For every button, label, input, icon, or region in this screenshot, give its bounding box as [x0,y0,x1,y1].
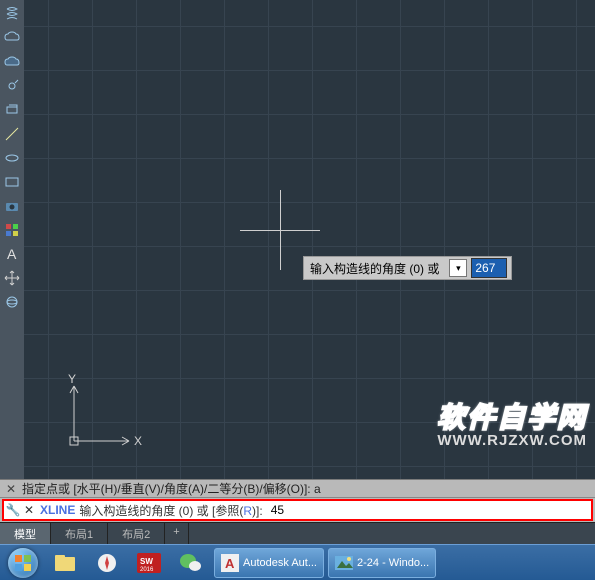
tab-layout1[interactable]: 布局1 [51,523,108,544]
grid [24,0,595,479]
tool-revision[interactable] [1,75,23,97]
tooltip-dropdown-icon[interactable]: ▾ [449,259,467,277]
tool-layer[interactable] [1,99,23,121]
command-value: 45 [263,503,284,517]
tool-rectangle[interactable] [1,171,23,193]
taskbar-wechat-icon[interactable] [171,548,211,578]
taskbar-item-window[interactable]: 2-24 - Windo... [328,548,436,578]
tooltip-text: 输入构造线的角度 (0) 或 [304,260,445,277]
taskbar-item-autocad[interactable]: A Autodesk Aut... [214,548,324,578]
tool-line[interactable] [1,123,23,145]
tool-move[interactable] [1,267,23,289]
left-toolbar: A [0,0,24,479]
taskbar-item-label: 2-24 - Windo... [357,557,429,569]
command-input-line[interactable]: 🔧 ✕ XLINE 输入构造线的角度 (0) 或 [参照(R)]: 45 [2,499,593,521]
taskbar-explorer-icon[interactable] [45,548,85,578]
start-button[interactable] [2,547,44,579]
windows-taskbar: SW2016 A Autodesk Aut... 2-24 - Windo... [0,544,595,580]
tool-cloud[interactable] [1,27,23,49]
tooltip-angle-input[interactable] [471,258,507,278]
tool-camera[interactable] [1,195,23,217]
taskbar-sw-icon[interactable]: SW2016 [129,548,169,578]
dynamic-input-tooltip: 输入构造线的角度 (0) 或 ▾ [303,256,512,280]
svg-text:A: A [7,246,17,262]
command-window: ✕ 指定点或 [水平(H)/垂直(V)/角度(A)/二等分(B)/偏移(O)]:… [0,479,595,544]
svg-text:SW: SW [140,557,153,566]
command-xline-icon: ✕ [22,503,36,517]
command-history-line: ✕ 指定点或 [水平(H)/垂直(V)/角度(A)/二等分(B)/偏移(O)]:… [0,480,595,498]
tab-add[interactable]: + [165,523,188,544]
picture-icon [335,554,353,572]
command-history-text: 指定点或 [水平(H)/垂直(V)/角度(A)/二等分(B)/偏移(O)]: a [18,480,591,497]
tool-palette[interactable] [1,219,23,241]
command-close-icon[interactable]: ✕ [4,482,18,496]
taskbar-item-label: Autodesk Aut... [243,557,317,569]
tool-cloud-alt[interactable] [1,51,23,73]
tool-orbit[interactable] [1,291,23,313]
tool-ellipse[interactable] [1,147,23,169]
svg-text:2016: 2016 [140,567,154,573]
tool-text[interactable]: A [1,243,23,265]
tab-model[interactable]: 模型 [0,523,51,544]
layout-tabbar: 模型 布局1 布局2 + [0,522,595,544]
command-prompt: 输入构造线的角度 (0) 或 [参照(R)]: [79,502,262,519]
svg-text:A: A [225,556,235,571]
autocad-icon: A [221,554,239,572]
command-settings-icon[interactable]: 🔧 [4,503,22,517]
tool-helix[interactable] [1,3,23,25]
windows-logo-icon [8,548,38,578]
command-name: XLINE [36,503,79,517]
taskbar-compass-icon[interactable] [87,548,127,578]
drawing-canvas[interactable]: 输入构造线的角度 (0) 或 ▾ X Y 软件自学网 WWW.RJZXW.COM [24,0,595,479]
tab-layout2[interactable]: 布局2 [108,523,165,544]
